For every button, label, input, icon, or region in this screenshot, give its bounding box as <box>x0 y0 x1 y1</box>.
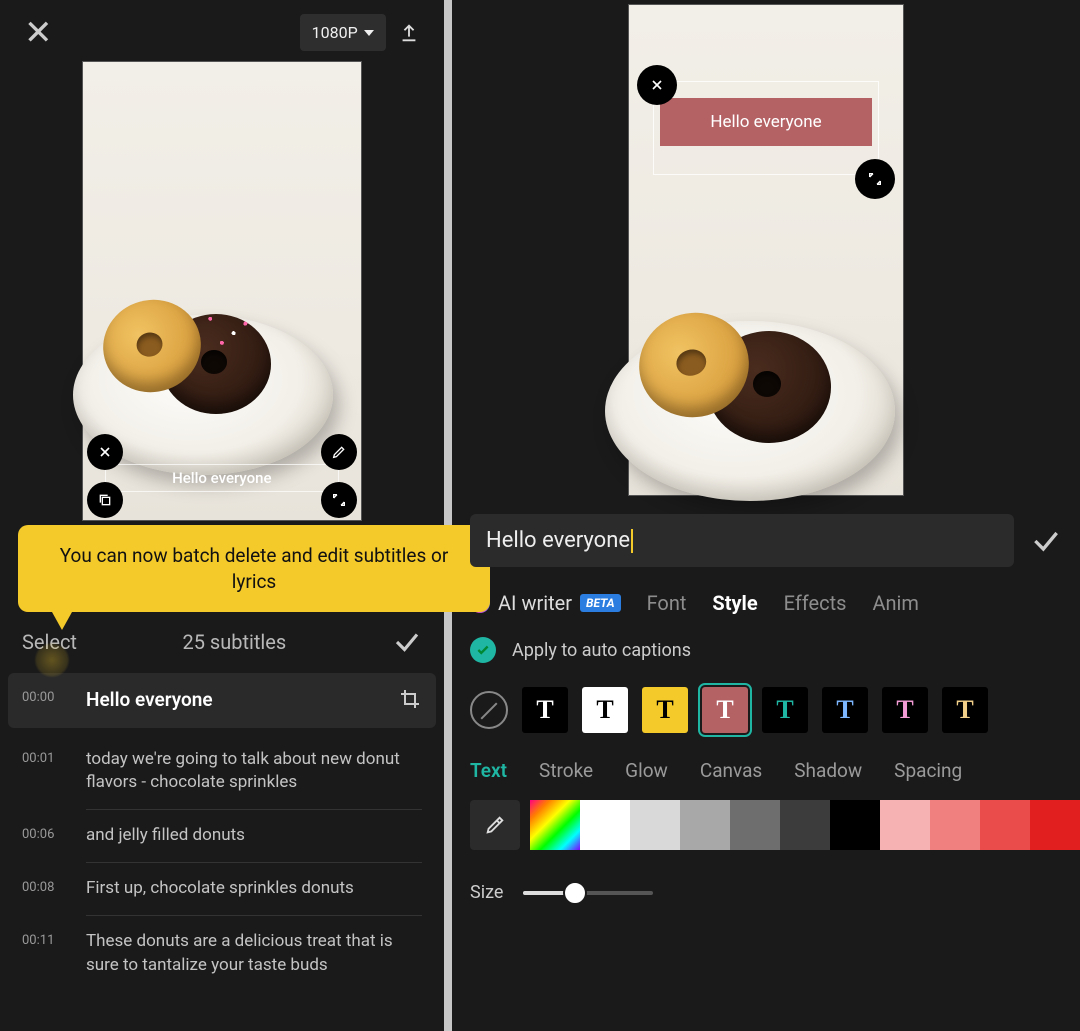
subtab-glow[interactable]: Glow <box>625 759 668 782</box>
style-tabs: AI writer BETA Font Style Effects Anim <box>452 573 1080 623</box>
color-swatch[interactable] <box>830 800 880 850</box>
subtitle-row[interactable]: 00:11 These donuts are a delicious treat … <box>8 916 436 992</box>
caption-edit-handle[interactable] <box>321 434 357 470</box>
subtitle-row[interactable]: 00:01 today we're going to talk about new… <box>8 734 436 810</box>
video-preview[interactable]: Hello everyone <box>82 61 362 521</box>
style-presets: TTTTTTTT <box>452 677 1080 737</box>
subtitles-list[interactable]: 00:00 Hello everyone 00:01 today we're goin… <box>0 673 444 1031</box>
subtab-text[interactable]: Text <box>470 759 507 782</box>
style-preset[interactable]: T <box>882 687 928 733</box>
caption-copy-handle[interactable] <box>87 482 123 518</box>
size-row: Size <box>452 856 1080 913</box>
preview-wrap: Hello everyone <box>0 55 444 521</box>
color-swatch[interactable] <box>1030 800 1080 850</box>
hint-highlight <box>34 642 70 678</box>
subtitle-timestamp: 00:08 <box>22 877 70 895</box>
caption-resize-handle[interactable] <box>321 482 357 518</box>
apply-row: Apply to auto captions <box>452 623 1080 677</box>
no-style-button[interactable] <box>470 691 508 729</box>
text-input-row: Hello everyone <box>452 496 1080 573</box>
style-subtabs: Text Stroke Glow Canvas Shadow Spacing <box>452 737 1080 790</box>
color-swatch[interactable] <box>880 800 930 850</box>
style-preset[interactable]: T <box>762 687 808 733</box>
color-swatch[interactable] <box>980 800 1030 850</box>
apply-label: Apply to auto captions <box>512 640 691 661</box>
style-preset[interactable]: T <box>942 687 988 733</box>
caption-text: Hello everyone <box>660 98 872 146</box>
subtab-shadow[interactable]: Shadow <box>794 759 862 782</box>
export-icon[interactable] <box>398 22 420 44</box>
subtitle-row[interactable]: 00:08 First up, chocolate sprinkles donut… <box>8 863 436 915</box>
color-swatch[interactable] <box>680 800 730 850</box>
close-icon[interactable]: ✕ <box>24 16 53 50</box>
style-preset[interactable]: T <box>702 687 748 733</box>
size-label: Size <box>470 882 503 903</box>
hint-tooltip: You can now batch delete and edit subtit… <box>18 525 490 612</box>
tab-animation[interactable]: Anim <box>872 591 919 615</box>
subtitle-count: 25 subtitles <box>77 630 392 654</box>
color-swatch[interactable] <box>630 800 680 850</box>
apply-checkbox[interactable] <box>470 637 496 663</box>
resolution-label: 1080P <box>312 23 358 42</box>
subtitle-timestamp: 00:00 <box>22 687 70 705</box>
tab-effects[interactable]: Effects <box>784 591 847 615</box>
confirm-icon[interactable] <box>1030 525 1062 557</box>
resolution-dropdown[interactable]: 1080P <box>300 14 386 51</box>
subtitle-timestamp: 00:06 <box>22 824 70 842</box>
caption-delete-handle[interactable] <box>637 65 677 105</box>
subtitle-text: today we're going to talk about new donu… <box>86 748 422 796</box>
video-preview[interactable]: Hello everyone <box>628 4 904 496</box>
left-header: ✕ 1080P <box>0 0 444 55</box>
panel-divider <box>444 0 452 1031</box>
style-preset[interactable]: T <box>582 687 628 733</box>
style-preset[interactable]: T <box>522 687 568 733</box>
style-preset[interactable]: T <box>822 687 868 733</box>
caption-overlay[interactable]: Hello everyone <box>653 81 879 175</box>
subtitle-timestamp: 00:01 <box>22 748 70 766</box>
tab-font[interactable]: Font <box>647 591 687 615</box>
subtitles-panel: ✕ 1080P Hello everyone <box>0 0 444 1031</box>
subtab-spacing[interactable]: Spacing <box>894 759 962 782</box>
subtab-stroke[interactable]: Stroke <box>539 759 593 782</box>
subtitle-text: and jelly filled donuts <box>86 824 422 848</box>
subtab-canvas[interactable]: Canvas <box>700 759 762 782</box>
caption-delete-handle[interactable] <box>87 434 123 470</box>
style-preset[interactable]: T <box>642 687 688 733</box>
caption-resize-handle[interactable] <box>855 159 895 199</box>
subtitle-timestamp: 00:11 <box>22 930 70 948</box>
subtitle-row[interactable]: 00:00 Hello everyone <box>8 673 436 728</box>
caption-overlay[interactable]: Hello everyone <box>105 464 339 492</box>
color-swatch[interactable] <box>930 800 980 850</box>
subtitle-row[interactable]: 00:06 and jelly filled donuts <box>8 810 436 862</box>
color-swatch[interactable] <box>730 800 780 850</box>
text-caret <box>631 529 633 553</box>
color-swatch[interactable] <box>580 800 630 850</box>
subtitle-text: These donuts are a delicious treat that … <box>86 930 422 978</box>
beta-badge: BETA <box>580 594 621 612</box>
crop-icon[interactable] <box>398 687 422 711</box>
tab-ai-writer[interactable]: AI writer BETA <box>470 591 621 615</box>
size-slider[interactable] <box>523 891 653 895</box>
caption-input[interactable]: Hello everyone <box>470 514 1014 567</box>
subtitle-text: Hello everyone <box>86 687 382 714</box>
eyedropper-button[interactable] <box>470 800 520 850</box>
subtitle-text: First up, chocolate sprinkles donuts <box>86 877 422 901</box>
confirm-icon[interactable] <box>392 627 422 657</box>
color-swatches <box>452 790 1080 856</box>
tab-style[interactable]: Style <box>712 591 757 615</box>
caption-text: Hello everyone <box>172 469 271 487</box>
chevron-down-icon <box>364 30 374 36</box>
style-panel: Hello everyone Hello everyone AI writer … <box>452 0 1080 1031</box>
color-swatch-gradient[interactable] <box>530 800 580 850</box>
preview-wrap: Hello everyone <box>452 0 1080 496</box>
color-swatch[interactable] <box>780 800 830 850</box>
